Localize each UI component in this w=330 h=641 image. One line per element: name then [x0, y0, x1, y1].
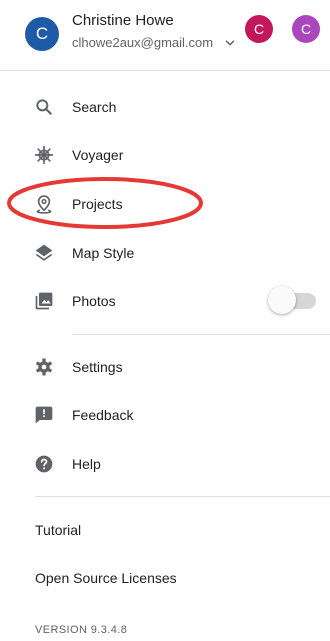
account-switcher[interactable]: clhowe2aux@gmail.com — [72, 35, 237, 50]
account-header: C Christine Howe clhowe2aux@gmail.com C … — [0, 0, 330, 70]
map-pin-icon — [36, 195, 52, 214]
version-label: VERSION 9.3.4.8 — [35, 624, 128, 636]
menu-item-voyager[interactable]: Voyager — [0, 135, 330, 175]
footer-divider — [35, 496, 330, 497]
menu-item-map-style[interactable]: Map Style — [0, 233, 330, 273]
section-divider — [72, 334, 330, 335]
menu-item-search[interactable]: Search — [0, 87, 330, 127]
menu-item-label: Voyager — [72, 147, 124, 163]
menu-item-label: Projects — [72, 196, 123, 212]
photos-toggle[interactable] — [268, 286, 320, 316]
account-avatar[interactable]: C — [25, 17, 59, 51]
menu-item-help[interactable]: Help — [0, 444, 330, 484]
menu-item-projects[interactable]: Projects — [0, 184, 330, 224]
feedback-icon — [35, 406, 53, 424]
menu-item-label: Settings — [72, 359, 123, 375]
layers-icon — [35, 244, 53, 261]
gear-icon — [36, 358, 52, 376]
header-divider — [0, 70, 330, 71]
menu-item-label: Help — [72, 456, 101, 472]
toggle-knob — [268, 286, 296, 314]
menu-item-label: Map Style — [72, 245, 135, 261]
tutorial-link[interactable]: Tutorial — [35, 522, 81, 538]
chevron-down-icon — [225, 39, 235, 46]
menu-item-label: Photos — [72, 293, 116, 309]
ship-wheel-icon — [34, 145, 54, 165]
help-icon — [35, 455, 53, 473]
alt-account-avatar-1[interactable]: C — [245, 15, 273, 43]
menu-item-label: Feedback — [72, 407, 134, 423]
photos-icon — [35, 292, 53, 310]
account-name: Christine Howe — [72, 12, 174, 29]
search-icon — [36, 99, 52, 115]
menu-item-label: Search — [72, 99, 117, 115]
licenses-link[interactable]: Open Source Licenses — [35, 570, 177, 586]
account-email: clhowe2aux@gmail.com — [72, 35, 214, 50]
alt-account-avatar-2[interactable]: C — [292, 15, 320, 43]
menu-item-feedback[interactable]: Feedback — [0, 395, 330, 435]
menu-item-settings[interactable]: Settings — [0, 347, 330, 387]
